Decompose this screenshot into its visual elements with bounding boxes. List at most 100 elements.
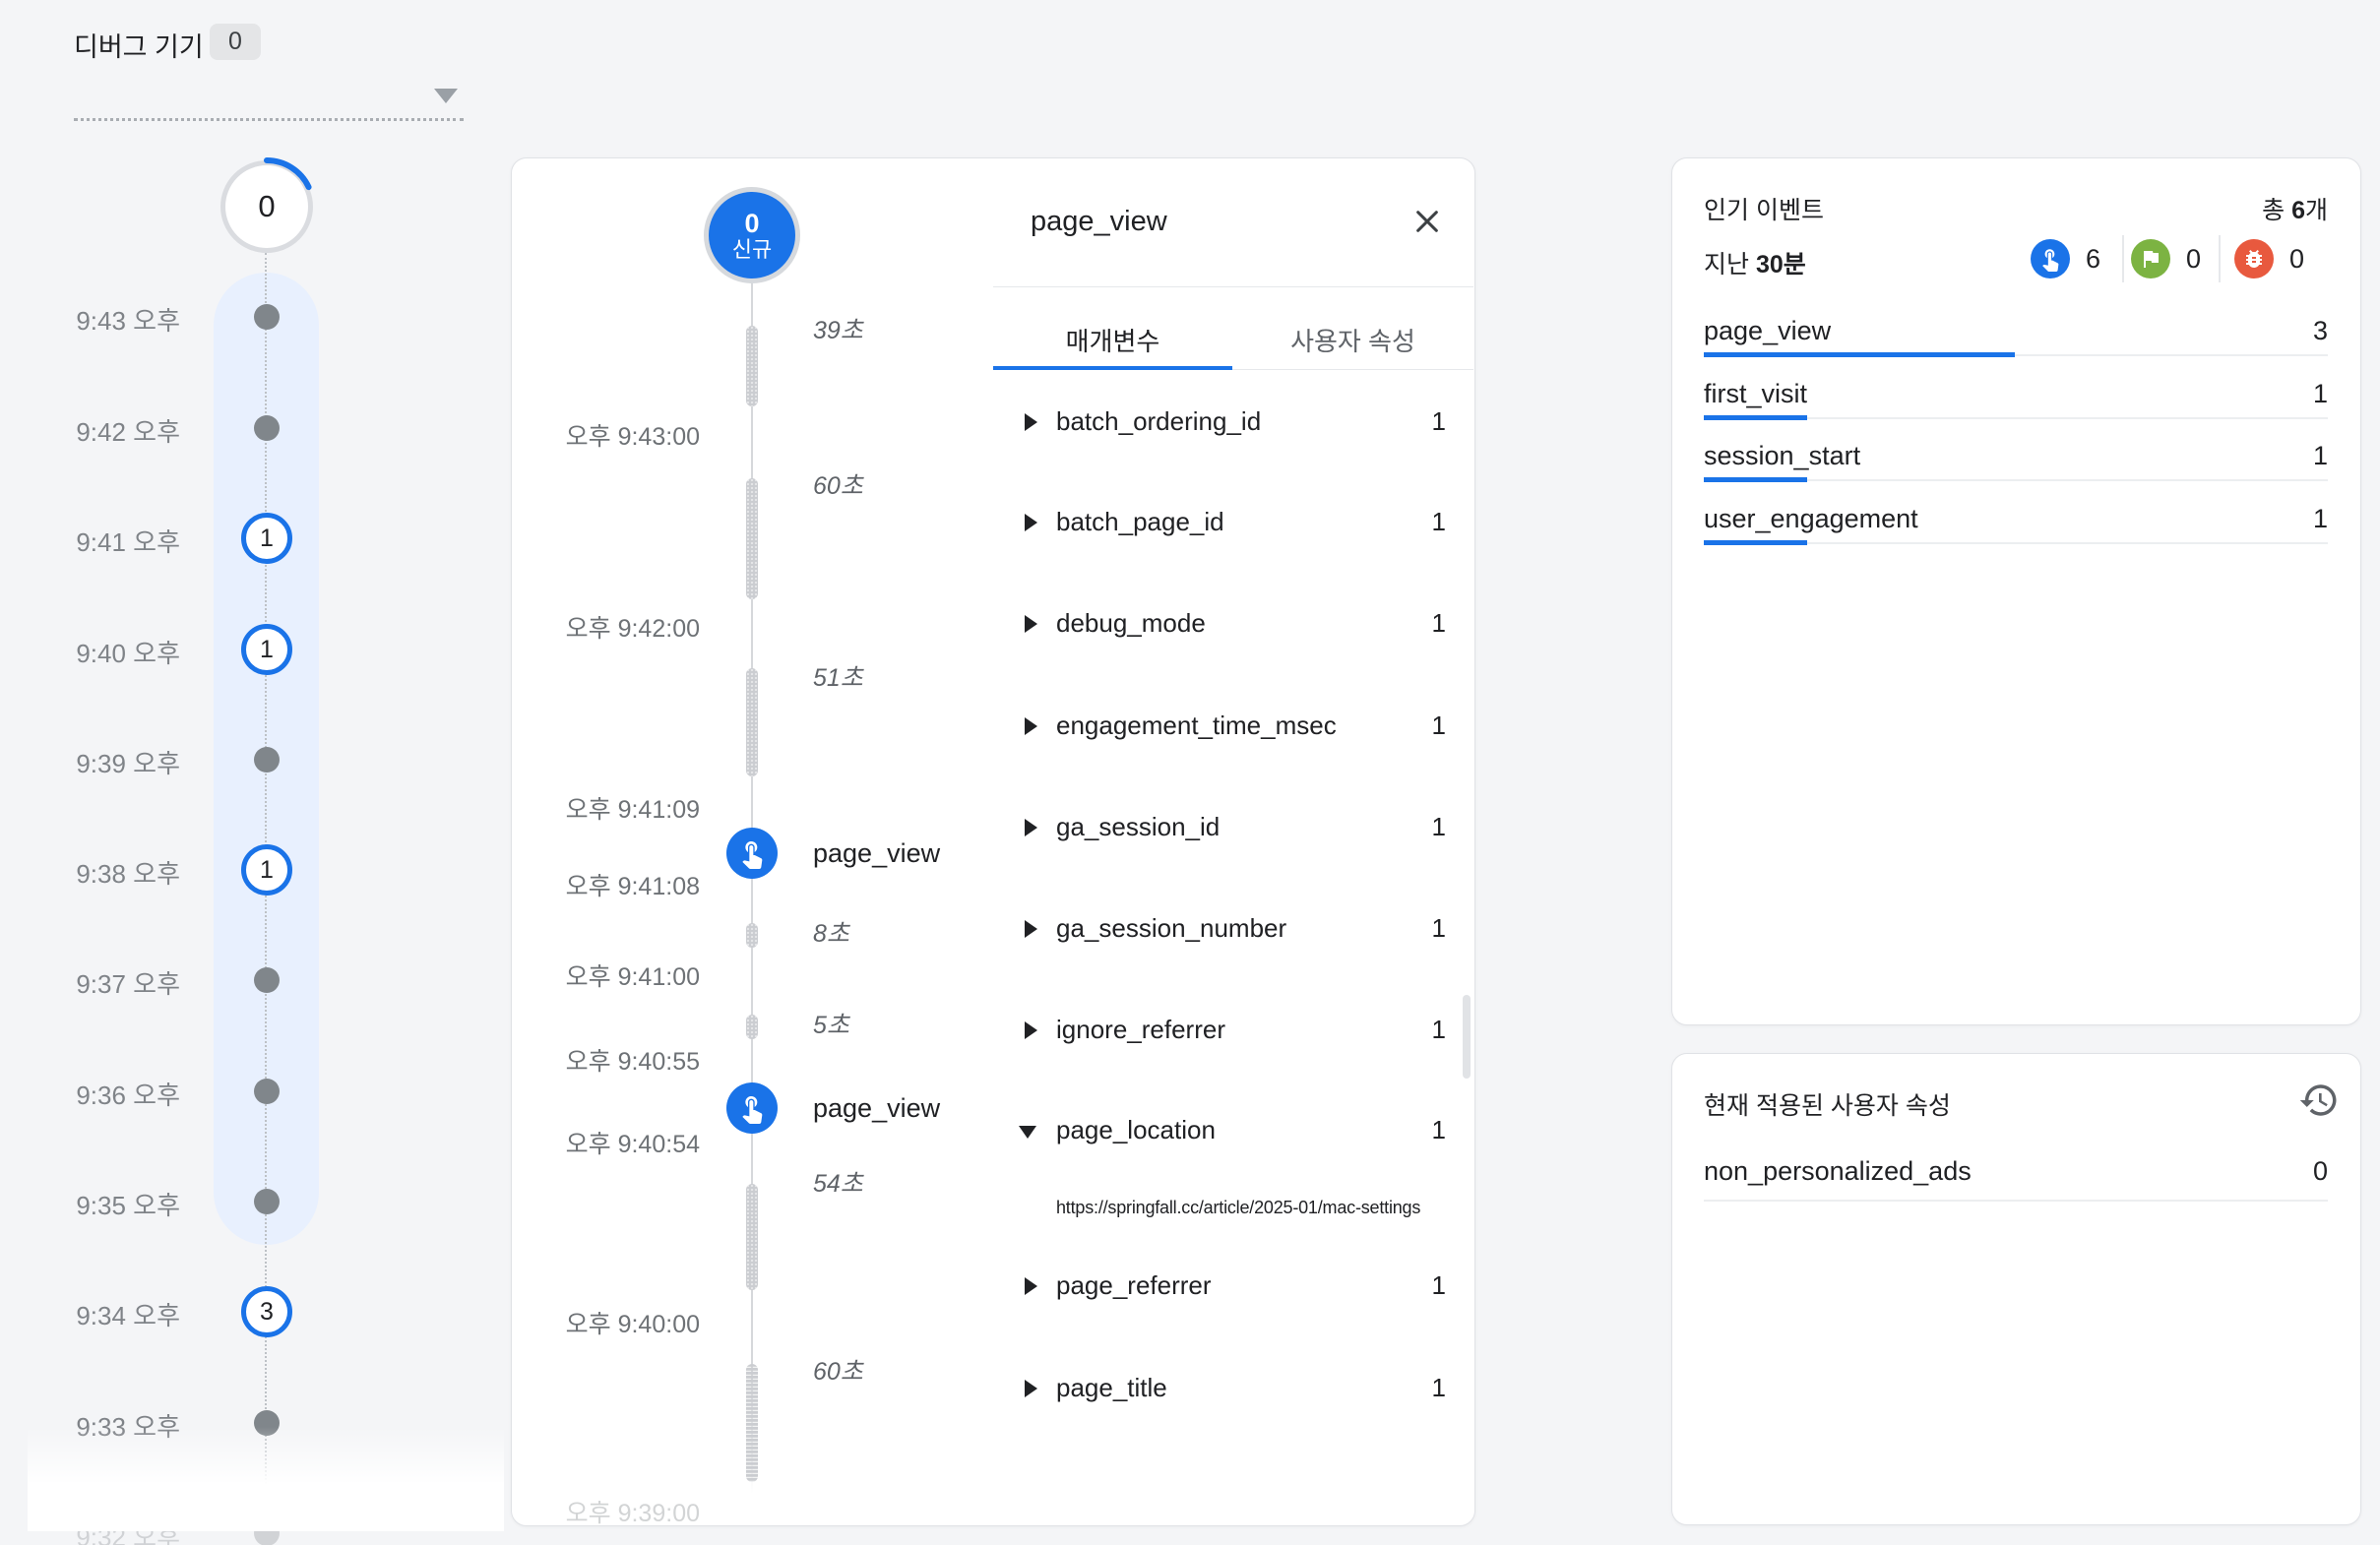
minute-label: 9:34 오후 <box>39 1296 180 1332</box>
conversions-count: 0 <box>2186 244 2201 275</box>
stat-divider <box>2122 235 2124 282</box>
param-name: debug_mode <box>1056 608 1206 639</box>
user-property-count: 0 <box>2313 1156 2328 1187</box>
minute-node-count[interactable]: 1 <box>241 513 292 564</box>
param-detail-url: https://springfall.cc/article/2025-01/ma… <box>1056 1198 1470 1218</box>
minute-label: 9:43 오후 <box>39 301 180 338</box>
new-user-label: 신규 <box>732 238 772 261</box>
expand-arrow-icon <box>1025 514 1037 531</box>
top-events-title: 인기 이벤트 <box>1704 191 1824 226</box>
detail-scrollbar[interactable] <box>1463 995 1471 1079</box>
debug-devices-count-badge: 0 <box>210 24 261 60</box>
expand-arrow-icon <box>1025 615 1037 633</box>
user-properties-title: 현재 적용된 사용자 속성 <box>1704 1086 1951 1122</box>
collapse-arrow-icon <box>1019 1126 1036 1139</box>
stream-segment <box>746 923 758 948</box>
minute-node[interactable] <box>254 304 280 330</box>
window-value: 30분 <box>1756 251 1806 278</box>
param-value: 1 <box>1432 913 1446 944</box>
minute-label: 9:42 오후 <box>39 412 180 449</box>
expand-arrow-icon <box>1025 1380 1037 1397</box>
tab-user-properties[interactable]: 사용자 속성 <box>1232 322 1473 367</box>
stream-segment <box>746 478 758 599</box>
top-event-name: user_engagement <box>1704 504 1918 534</box>
duration-label: 8초 <box>813 914 849 950</box>
stream-event-name: page_view <box>813 1093 940 1124</box>
debugview-page: 디버그 기기 0 0 9:43 오후 9:42 오후 9:41 오후1 9:40… <box>0 0 2380 1545</box>
param-name: batch_ordering_id <box>1056 406 1261 437</box>
device-selector-dropdown[interactable] <box>74 57 464 121</box>
stream-segment <box>746 668 758 776</box>
stream-timeline-line <box>751 283 753 1494</box>
minute-progress-arc <box>216 155 318 258</box>
event-count-bar <box>1704 352 2015 357</box>
stream-event-name: page_view <box>813 838 940 869</box>
stream-event-page-view[interactable]: page_view <box>726 828 940 879</box>
stream-time-label: 오후 9:41:09 <box>542 790 700 826</box>
minute-label: 9:40 오후 <box>39 634 180 670</box>
stream-event-page-view[interactable]: page_view <box>726 1082 940 1134</box>
new-user-count: 0 <box>744 210 759 237</box>
duration-label: 39초 <box>813 311 863 346</box>
expand-arrow-icon <box>1025 819 1037 836</box>
param-value: 1 <box>1432 711 1446 741</box>
minute-node[interactable] <box>254 967 280 993</box>
param-value: 1 <box>1432 1270 1446 1301</box>
top-event-count: 1 <box>2313 504 2328 534</box>
bug-error-icon <box>2234 239 2274 278</box>
duration-label: 54초 <box>813 1164 863 1200</box>
active-tab-underline <box>993 366 1232 370</box>
event-stream-card: 0 신규 39초 60초 51초 8초 5초 54초 60초 오후 9:43:0… <box>511 157 1475 1526</box>
event-count-bar <box>1704 415 1807 420</box>
stream-time-label: 오후 9:40:00 <box>542 1305 700 1340</box>
minute-label: 9:41 오후 <box>39 523 180 559</box>
duration-label: 60초 <box>813 1352 863 1388</box>
param-value: 1 <box>1432 812 1446 842</box>
tab-parameters[interactable]: 매개변수 <box>993 322 1232 367</box>
expand-arrow-icon <box>1025 413 1037 431</box>
top-event-count: 1 <box>2313 379 2328 409</box>
expand-arrow-icon <box>1025 1277 1037 1295</box>
stat-divider <box>2219 235 2221 282</box>
tap-event-icon <box>726 1082 778 1134</box>
param-value: 1 <box>1432 1373 1446 1403</box>
minute-label: 9:35 오후 <box>39 1186 180 1222</box>
param-name: ignore_referrer <box>1056 1015 1225 1045</box>
total-count: 6 <box>2291 197 2305 224</box>
top-events-card: 인기 이벤트 총 6개 지난 30분 6 0 0 page_view 3 <box>1671 157 2361 1025</box>
new-user-badge[interactable]: 0 신규 <box>709 192 795 278</box>
minute-node[interactable] <box>254 1079 280 1104</box>
top-event-count: 1 <box>2313 441 2328 471</box>
stat-events: 6 <box>2031 239 2100 278</box>
param-name: page_referrer <box>1056 1270 1212 1301</box>
param-name: page_title <box>1056 1373 1167 1403</box>
time-window-label: 지난 30분 <box>1704 245 1806 280</box>
top-event-name: page_view <box>1704 316 1831 346</box>
minute-node-count[interactable]: 3 <box>241 1286 292 1337</box>
stat-conversions: 0 <box>2131 239 2201 278</box>
tab-user-properties-label: 사용자 속성 <box>1290 327 1415 356</box>
minute-node-count[interactable]: 1 <box>241 624 292 675</box>
user-property-name[interactable]: non_personalized_ads <box>1704 1156 1972 1187</box>
events-count: 6 <box>2086 244 2100 275</box>
param-value: 1 <box>1432 1115 1446 1145</box>
minute-label: 9:36 오후 <box>39 1076 180 1112</box>
minute-node[interactable] <box>254 415 280 441</box>
close-icon[interactable] <box>1408 202 1451 245</box>
row-divider <box>1704 1200 2328 1202</box>
stream-time-label: 오후 9:40:55 <box>542 1042 700 1078</box>
stream-segment <box>746 1184 758 1290</box>
flag-conversion-icon <box>2131 239 2170 278</box>
minute-node[interactable] <box>254 747 280 772</box>
tap-event-icon <box>2031 239 2070 278</box>
window-prefix: 지난 <box>1704 251 1756 278</box>
param-name: ga_session_id <box>1056 812 1220 842</box>
param-name: batch_page_id <box>1056 507 1224 537</box>
tap-event-icon <box>726 828 778 879</box>
minute-node[interactable] <box>254 1189 280 1214</box>
minute-node-count[interactable]: 1 <box>241 844 292 896</box>
expand-arrow-icon <box>1025 920 1037 938</box>
param-value: 1 <box>1432 507 1446 537</box>
duration-label: 5초 <box>813 1006 849 1041</box>
history-icon[interactable] <box>2298 1080 2340 1121</box>
